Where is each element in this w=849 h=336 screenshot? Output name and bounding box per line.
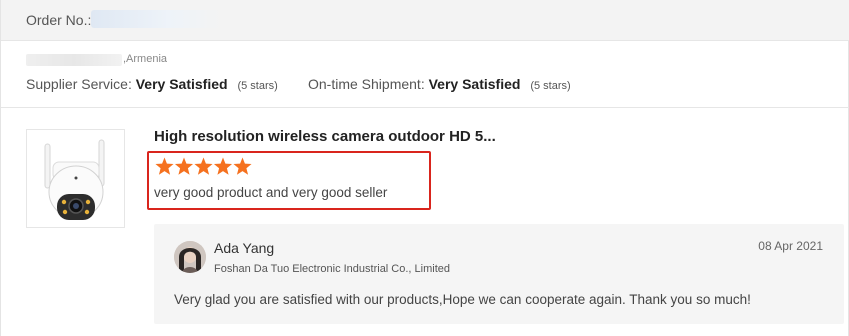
- star-icon: [233, 157, 252, 175]
- product-title[interactable]: High resolution wireless camera outdoor …: [154, 128, 496, 145]
- star-icon: [213, 157, 233, 175]
- rating-label: Supplier Service:: [26, 76, 132, 92]
- rating-value: Very Satisfied: [135, 76, 228, 92]
- shipment-rating: On-time Shipment: Very Satisfied (5 star…: [308, 76, 571, 92]
- review-text: very good product and very good seller: [154, 185, 388, 200]
- seller-company[interactable]: Foshan Da Tuo Electronic Industrial Co.,…: [214, 263, 450, 275]
- reply-date: 08 Apr 2021: [758, 239, 823, 253]
- security-camera-image: [44, 139, 105, 220]
- order-number-label: Order No.:: [26, 12, 92, 28]
- divider: [1, 107, 849, 108]
- seller-avatar: [174, 241, 206, 273]
- rating-stars-note: (5 stars): [237, 80, 278, 92]
- avatar-image: [174, 241, 206, 273]
- order-header: Order No.:: [1, 0, 849, 41]
- order-number-redacted: [91, 10, 221, 28]
- reply-text: Very glad you are satisfied with our pro…: [174, 292, 751, 307]
- buyer-name-redacted: [26, 54, 122, 66]
- supplier-service-rating: Supplier Service: Very Satisfied (5 star…: [26, 76, 278, 92]
- product-thumbnail[interactable]: [26, 129, 125, 228]
- seller-name: Ada Yang: [214, 240, 275, 256]
- stars-graphic: [155, 157, 252, 175]
- star-icon: [155, 157, 174, 175]
- star-rating: [155, 156, 255, 178]
- rating-label: On-time Shipment:: [308, 76, 425, 92]
- rating-value: Very Satisfied: [428, 76, 521, 92]
- review-card: Order No.: ,Armenia Supplier Service: Ve…: [0, 0, 849, 336]
- star-icon: [174, 157, 194, 175]
- buyer-country: ,Armenia: [123, 53, 168, 65]
- star-icon: [194, 157, 213, 175]
- seller-reply: Ada Yang Foshan Da Tuo Electronic Indust…: [154, 224, 844, 324]
- rating-stars-note: (5 stars): [530, 80, 571, 92]
